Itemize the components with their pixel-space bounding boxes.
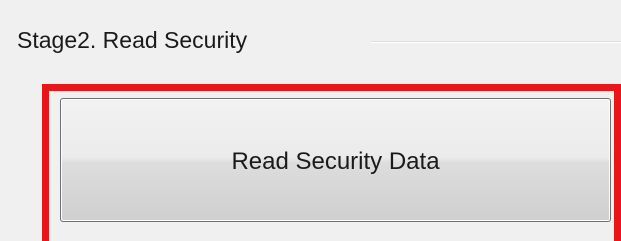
groupbox-divider bbox=[371, 41, 621, 43]
read-security-data-button[interactable]: Read Security Data bbox=[60, 98, 611, 222]
groupbox-title: Stage2. Read Security bbox=[17, 27, 248, 53]
read-security-data-label: Read Security Data bbox=[231, 148, 440, 175]
